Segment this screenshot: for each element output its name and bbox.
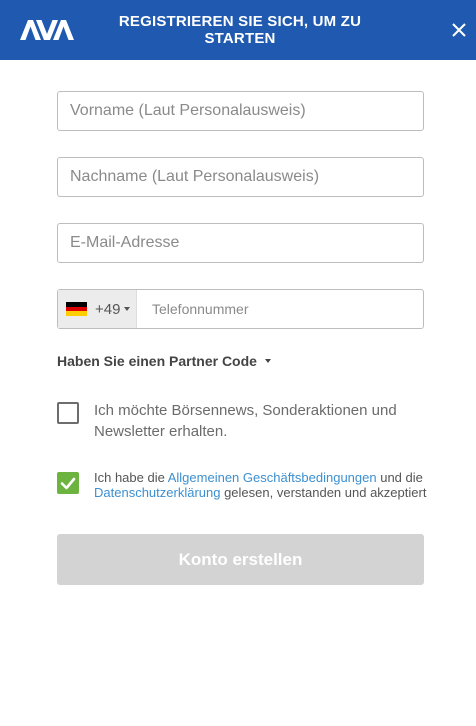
last-name-field[interactable] <box>57 157 424 197</box>
header-bar: REGISTRIEREN SIE SICH, UM ZU STARTEN <box>0 0 476 60</box>
phone-input[interactable] <box>137 290 423 328</box>
ava-logo <box>20 20 74 40</box>
partner-code-label: Haben Sie einen Partner Code <box>57 353 257 369</box>
terms-text-middle: und die <box>376 470 423 485</box>
create-account-button[interactable]: Konto erstellen <box>57 534 424 585</box>
terms-label: Ich habe die Allgemeinen Geschäftsbeding… <box>94 470 434 500</box>
terms-link[interactable]: Allgemeinen Geschäftsbedingungen <box>168 470 377 485</box>
terms-text-before: Ich habe die <box>94 470 168 485</box>
close-icon[interactable] <box>448 19 470 41</box>
phone-field[interactable]: +49 <box>57 289 424 329</box>
first-name-field[interactable] <box>57 91 424 131</box>
last-name-input[interactable] <box>58 158 423 196</box>
terms-text-after: gelesen, verstanden und akzeptiert <box>220 484 427 500</box>
page-title: REGISTRIEREN SIE SICH, UM ZU STARTEN <box>118 13 362 47</box>
chevron-down-icon <box>124 307 131 311</box>
first-name-input[interactable] <box>58 92 423 130</box>
privacy-link[interactable]: Datenschutzerklärung <box>94 485 220 500</box>
terms-checkbox[interactable] <box>57 472 79 494</box>
germany-flag-icon <box>66 302 87 316</box>
partner-code-toggle[interactable]: Haben Sie einen Partner Code <box>57 353 271 369</box>
email-field[interactable] <box>57 223 424 263</box>
country-code-selector[interactable]: +49 <box>58 290 137 328</box>
chevron-down-icon <box>264 359 271 363</box>
newsletter-label: Ich möchte Börsennews, Sonderaktionen un… <box>94 402 397 440</box>
newsletter-checkbox[interactable] <box>57 402 79 424</box>
dial-code: +49 <box>95 300 121 318</box>
checkmark-icon <box>60 477 76 490</box>
email-input[interactable] <box>58 224 423 262</box>
